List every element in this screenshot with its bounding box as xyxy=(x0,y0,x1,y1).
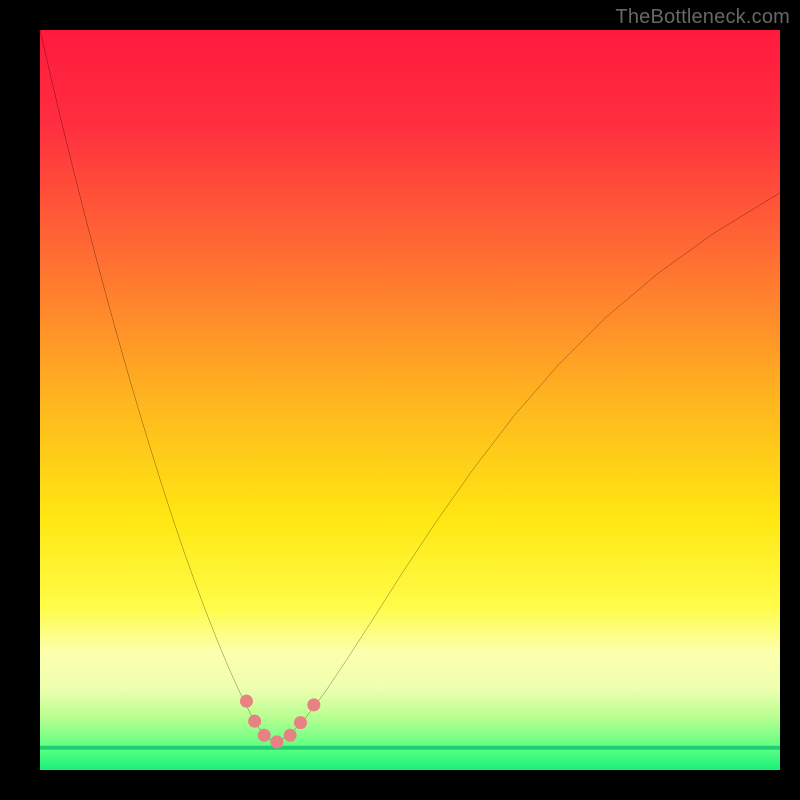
plot-area xyxy=(40,30,780,770)
data-marker xyxy=(270,735,283,748)
chart-frame: TheBottleneck.com xyxy=(0,0,800,800)
data-marker xyxy=(248,715,261,728)
data-marker xyxy=(307,698,320,711)
chart-svg xyxy=(40,30,780,770)
bottleneck-curve xyxy=(40,30,780,742)
data-marker xyxy=(240,695,253,708)
watermark-text: TheBottleneck.com xyxy=(615,6,790,29)
data-marker xyxy=(258,729,271,742)
data-marker xyxy=(284,729,297,742)
data-marker xyxy=(294,716,307,729)
